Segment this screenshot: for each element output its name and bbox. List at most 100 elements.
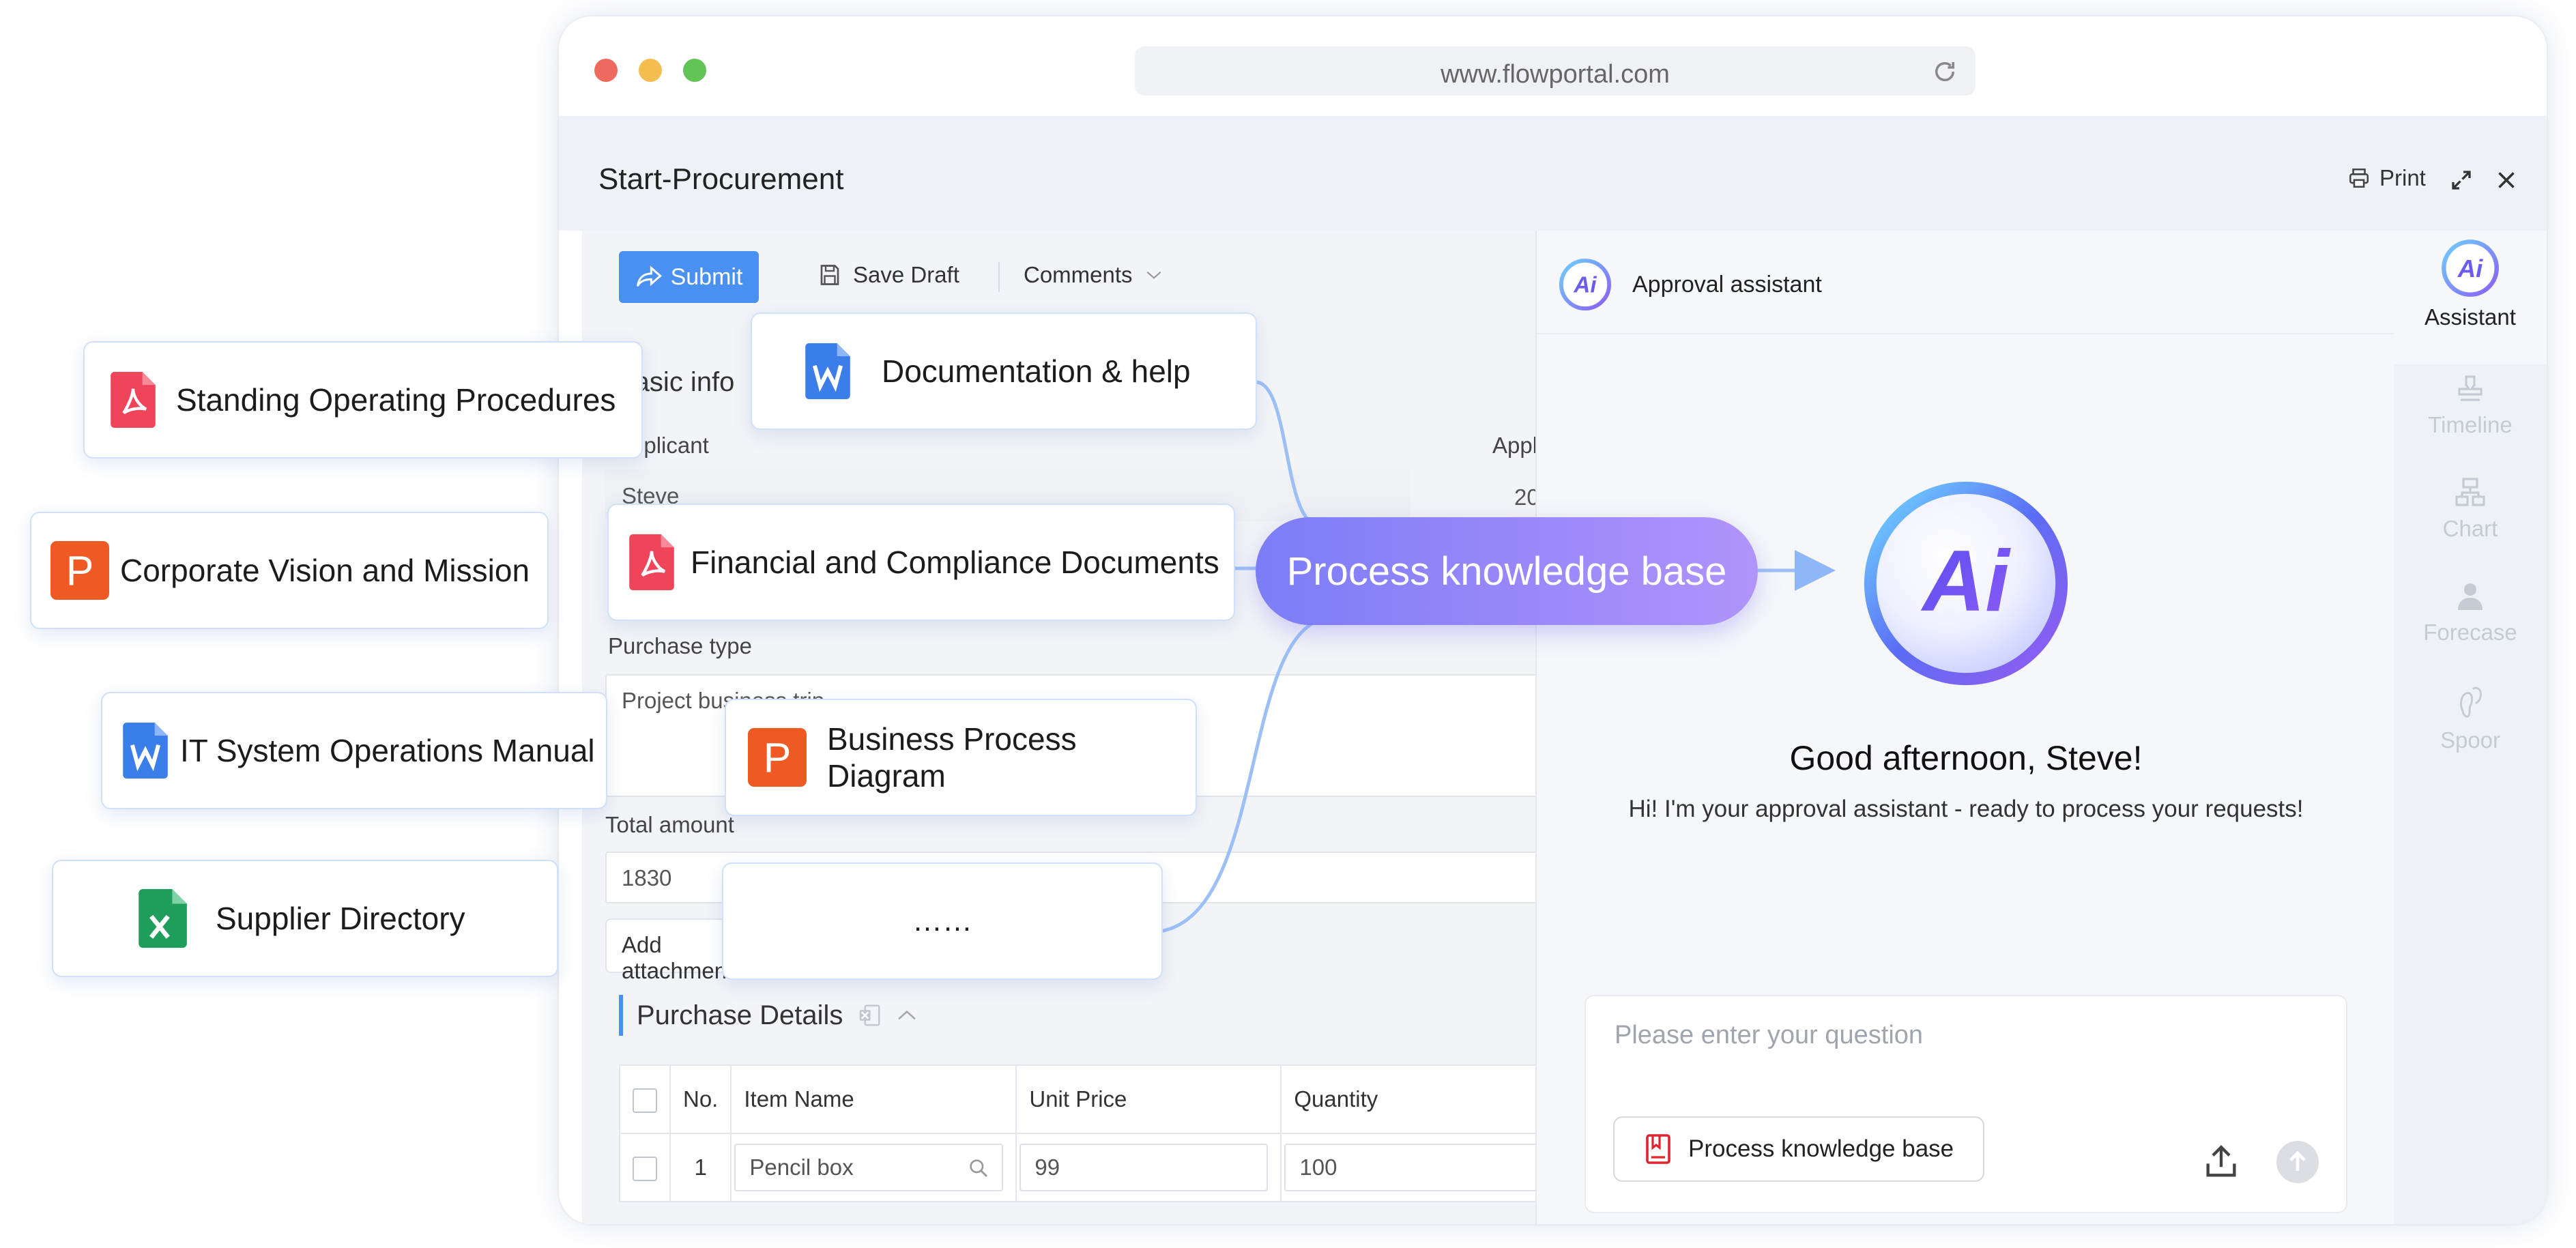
send-button[interactable] <box>2276 1141 2319 1183</box>
svg-text:P: P <box>66 548 94 594</box>
printer-icon <box>2349 168 2369 188</box>
card-more[interactable]: …… <box>722 862 1163 980</box>
rail-item-chart[interactable]: Chart <box>2394 476 2547 542</box>
card-it-system-manual[interactable]: IT System Operations Manual <box>101 692 607 809</box>
card-documentation-help[interactable]: Documentation & help <box>751 313 1257 430</box>
minimize-window-dot[interactable] <box>639 59 662 82</box>
print-label: Print <box>2379 165 2426 190</box>
card-financial-compliance[interactable]: Financial and Compliance Documents <box>607 504 1235 621</box>
powerpoint-icon: P <box>50 541 109 600</box>
select-all-cell <box>619 1064 671 1134</box>
comments-dropdown[interactable]: Comments <box>1024 262 1163 288</box>
footprint-icon <box>2460 686 2482 718</box>
arrow-up-icon <box>2289 1150 2306 1171</box>
section-accent-bar <box>619 995 623 1036</box>
row-checkbox[interactable] <box>633 1156 657 1181</box>
powerpoint-icon: P <box>748 728 807 787</box>
person-icon <box>2458 583 2483 610</box>
row-select-cell <box>619 1133 671 1202</box>
card-business-process-diagram[interactable]: P Business Process Diagram <box>725 699 1197 816</box>
word-icon <box>805 343 850 399</box>
share-arrow-icon <box>636 265 662 287</box>
right-rail: Ai Assistant Timeline Chart Forecase Spo… <box>2394 231 2547 1224</box>
expand-icon[interactable] <box>2449 168 2474 192</box>
rail-item-spoor[interactable]: Spoor <box>2394 684 2547 753</box>
rail-label-spoor: Spoor <box>2440 727 2501 753</box>
rail-label-assistant: Assistant <box>2425 304 2516 330</box>
select-all-checkbox[interactable] <box>633 1088 657 1113</box>
comments-label: Comments <box>1024 262 1133 287</box>
question-input[interactable]: Please enter your question Process knowl… <box>1584 995 2347 1213</box>
approval-assistant-panel: Ai Approval assistant Ai Good afternoon,… <box>1535 231 2395 1224</box>
card-label: Business Process Diagram <box>827 721 1077 794</box>
chevron-down-icon <box>1146 271 1161 279</box>
purchase-details-title: Purchase Details <box>637 1000 843 1030</box>
item-name-value: Pencil box <box>749 1155 854 1180</box>
upload-icon[interactable] <box>2201 1142 2241 1182</box>
col-no: No. <box>669 1064 732 1134</box>
svg-text:Ai: Ai <box>1573 273 1597 298</box>
row-item-cell: Pencil box <box>730 1133 1017 1202</box>
card-label: …… <box>912 904 972 938</box>
card-label: Standing Operating Procedures <box>176 382 616 418</box>
pdf-icon <box>111 372 156 428</box>
card-standing-operating-procedures[interactable]: Standing Operating Procedures <box>83 341 643 459</box>
card-supplier-directory[interactable]: Supplier Directory <box>52 860 558 977</box>
submit-button[interactable]: Submit <box>619 251 759 303</box>
excel-export-icon[interactable] <box>856 1002 882 1028</box>
print-button[interactable]: Print <box>2347 165 2426 191</box>
card-label: Financial and Compliance Documents <box>691 545 1219 580</box>
close-window-dot[interactable] <box>594 59 618 82</box>
reload-icon[interactable] <box>1930 57 1959 86</box>
assistant-title: Approval assistant <box>1632 272 1822 298</box>
card-label: IT System Operations Manual <box>180 733 595 768</box>
card-label: Documentation & help <box>882 353 1191 389</box>
rail-item-timeline[interactable]: Timeline <box>2394 373 2547 438</box>
close-icon[interactable] <box>2494 168 2519 192</box>
rail-item-forecase[interactable]: Forecase <box>2394 580 2547 645</box>
word-icon <box>123 723 168 779</box>
unit-price-input[interactable]: 99 <box>1019 1144 1269 1191</box>
kb-button-label: Process knowledge base <box>1688 1135 1954 1162</box>
item-name-input[interactable]: Pencil box <box>734 1144 1004 1191</box>
assistant-header: Ai Approval assistant <box>1537 231 2395 334</box>
greeting-text: Good afternoon, Steve! <box>1789 739 2143 777</box>
process-knowledge-base-button[interactable]: Process knowledge base <box>1613 1116 1984 1182</box>
purchase-details-header: Purchase Details <box>619 995 918 1036</box>
table-header-row: No. Item Name Unit Price Quantity <box>619 1064 1585 1134</box>
address-bar[interactable]: www.flowportal.com <box>1135 46 1976 96</box>
card-label: Corporate Vision and Mission <box>120 553 530 588</box>
table-row: 1 Pencil box 99 100 <box>619 1133 1585 1202</box>
search-icon[interactable] <box>968 1157 989 1179</box>
hub-label: Process knowledge base <box>1286 549 1727 594</box>
rail-label-timeline: Timeline <box>2428 412 2513 437</box>
save-draft-button[interactable]: Save Draft <box>817 262 959 288</box>
ai-assistant-icon: Ai <box>2442 240 2499 297</box>
chevron-up-icon[interactable] <box>896 1008 918 1022</box>
excel-icon <box>139 889 187 948</box>
rail-item-assistant[interactable]: Ai Assistant <box>2394 231 2547 364</box>
col-unit-price: Unit Price <box>1015 1064 1282 1134</box>
process-knowledge-base-hub: Process knowledge base <box>1256 517 1758 625</box>
submit-label: Submit <box>670 263 743 290</box>
toolbar-divider <box>998 262 1000 292</box>
svg-text:P: P <box>764 735 792 781</box>
purchase-type-label: Purchase type <box>608 633 752 658</box>
card-corporate-vision-mission[interactable]: P Corporate Vision and Mission <box>30 512 549 629</box>
form-toolbar: Submit Save Draft Comments <box>582 231 1535 319</box>
page-title: Start-Procurement <box>598 162 844 196</box>
row-unit-price-cell: 99 <box>1015 1133 1282 1202</box>
url-text: www.flowportal.com <box>1441 60 1670 89</box>
stamp-icon <box>2458 375 2483 401</box>
row-no: 1 <box>669 1133 732 1202</box>
card-label: Supplier Directory <box>216 901 465 936</box>
svg-text:Ai: Ai <box>1920 532 2011 629</box>
pdf-icon <box>629 534 674 590</box>
add-attachment-label: Add attachment <box>622 932 734 983</box>
svg-text:Ai: Ai <box>2457 255 2483 282</box>
quantity-input[interactable]: 100 <box>1284 1144 1572 1191</box>
question-placeholder: Please enter your question <box>1615 1021 1924 1049</box>
book-icon <box>1646 1134 1670 1164</box>
flowchart-icon <box>2455 478 2485 506</box>
maximize-window-dot[interactable] <box>683 59 706 82</box>
